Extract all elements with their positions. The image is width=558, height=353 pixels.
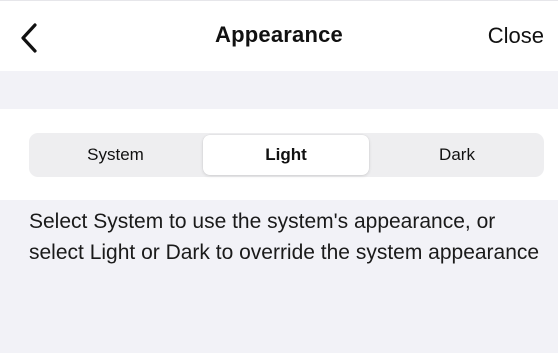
appearance-description: Select System to use the system's appear… bbox=[29, 210, 540, 264]
segment-system[interactable]: System bbox=[31, 135, 200, 175]
appearance-screen: Appearance Close System Light Dark Selec… bbox=[0, 0, 558, 353]
segment-light[interactable]: Light bbox=[203, 135, 369, 175]
section-spacer bbox=[0, 71, 558, 109]
navigation-bar: Appearance Close bbox=[0, 0, 558, 71]
segment-dark[interactable]: Dark bbox=[372, 135, 542, 175]
page-title: Appearance bbox=[215, 22, 343, 47]
appearance-options-card: System Light Dark bbox=[0, 109, 558, 200]
close-button[interactable]: Close bbox=[488, 23, 544, 49]
appearance-segmented-control: System Light Dark bbox=[29, 133, 544, 177]
